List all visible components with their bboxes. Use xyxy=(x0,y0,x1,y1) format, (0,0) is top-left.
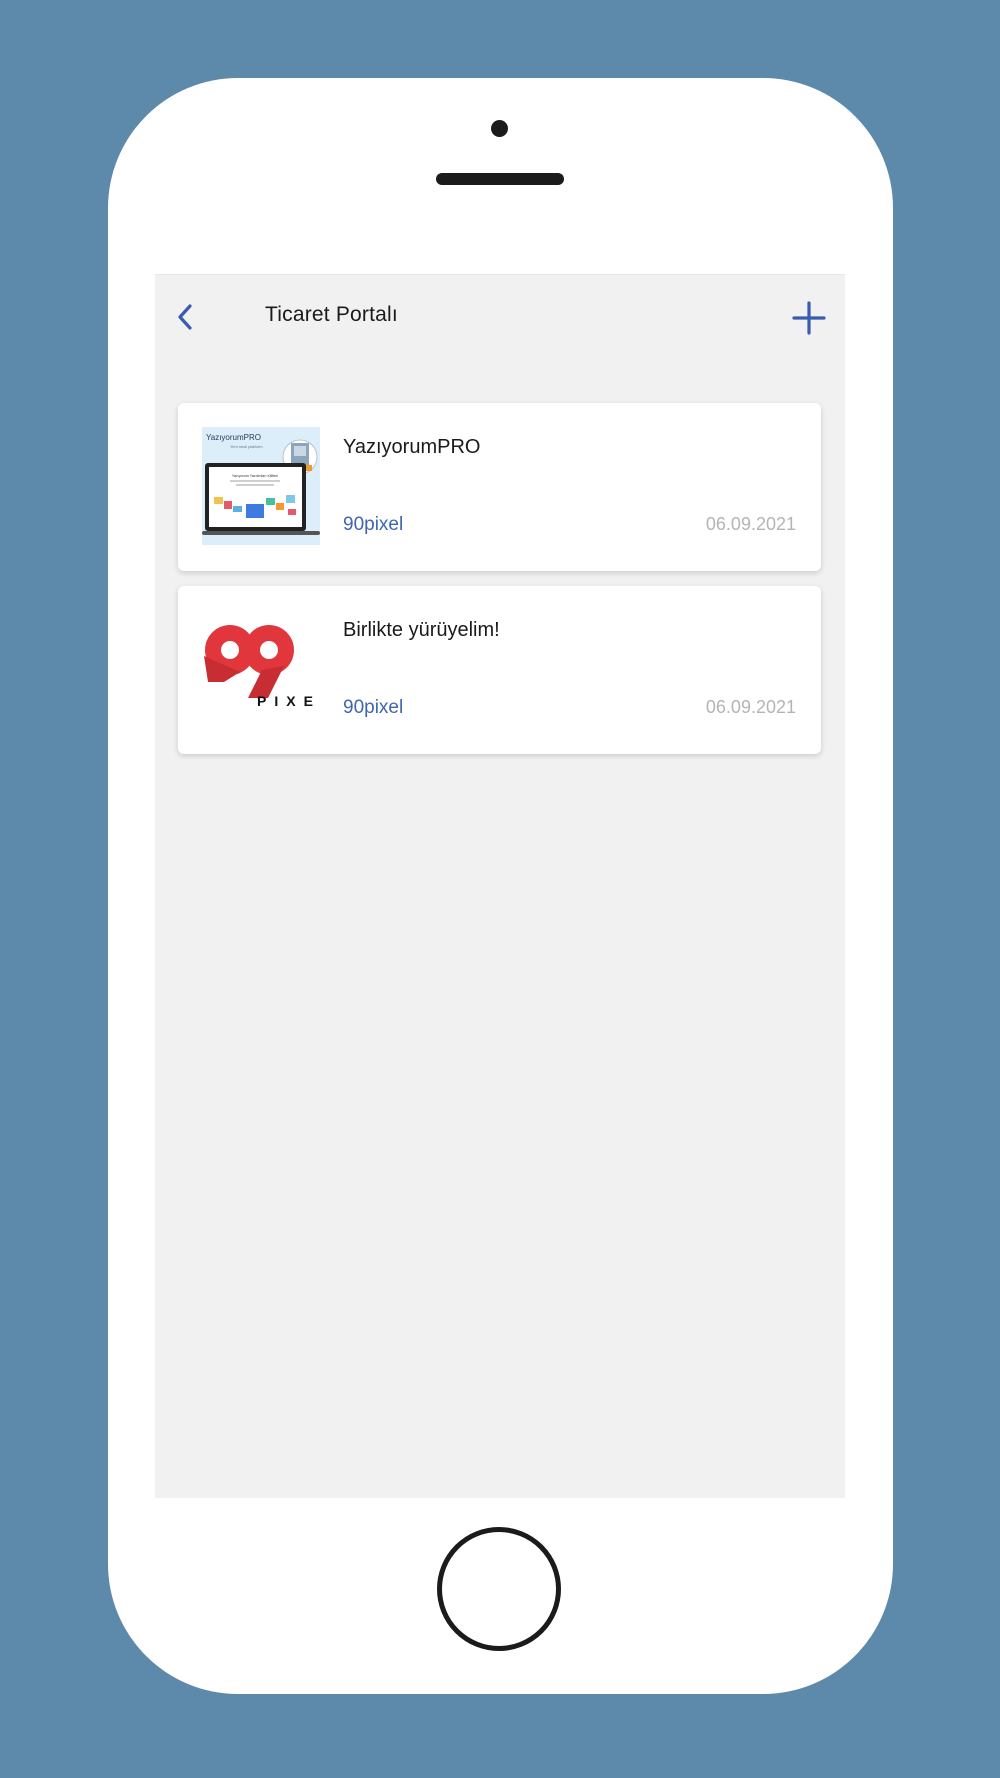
svg-text:PIXE: PIXE xyxy=(257,693,320,709)
item-author-link[interactable]: 90pixel xyxy=(343,697,403,719)
item-title: Birlikte yürüyelim! xyxy=(343,619,500,641)
navigation-bar: Ticaret Portalı xyxy=(155,275,845,361)
plus-icon[interactable] xyxy=(791,300,827,336)
90pixel-logo-thumbnail: PIXE xyxy=(202,610,320,728)
item-date: 06.09.2021 xyxy=(705,514,796,534)
list-item[interactable]: PIXE Birlikte yürüyelim! 90pixel 06.09.2… xyxy=(178,586,821,754)
earpiece-speaker xyxy=(436,173,564,185)
yaziyorumpro-thumbnail: YazıyorumPRO Yeni nesil platform Yazıyor… xyxy=(202,427,320,545)
page-title: Ticaret Portalı xyxy=(265,303,398,326)
chevron-left-icon[interactable] xyxy=(175,301,199,333)
item-author-link[interactable]: 90pixel xyxy=(343,514,403,536)
home-button[interactable] xyxy=(437,1527,561,1651)
front-camera xyxy=(491,120,508,137)
svg-text:Yeni nesil platform: Yeni nesil platform xyxy=(230,444,263,449)
item-title: YazıyorumPRO xyxy=(343,436,481,458)
list-item[interactable]: YazıyorumPRO Yeni nesil platform Yazıyor… xyxy=(178,403,821,571)
svg-text:YazıyorumPRO: YazıyorumPRO xyxy=(206,433,261,442)
thumbnail-image: YazıyorumPRO Yeni nesil platform Yazıyor… xyxy=(202,427,320,545)
90pixel-logo: PIXE xyxy=(202,610,320,728)
svg-text:Yazıyorum Yazılımları Kilitler: Yazıyorum Yazılımları Kilitleri xyxy=(232,474,278,478)
app-screen: Ticaret Portalı YazıyorumPRO Yeni nesil … xyxy=(155,274,845,1498)
item-date: 06.09.2021 xyxy=(705,697,796,717)
